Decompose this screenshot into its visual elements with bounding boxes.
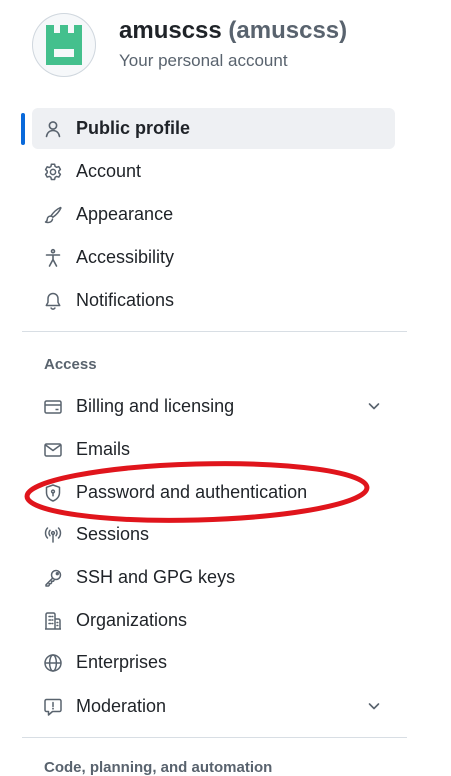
nav-label-ssh-gpg-keys: SSH and GPG keys [76,567,236,587]
nav-item-notifications[interactable]: Notifications [32,280,395,321]
nav-label-billing: Billing and licensing [76,396,235,416]
nav-label-sessions: Sessions [76,524,150,544]
shield-lock-icon [43,483,63,503]
nav-item-password-authentication[interactable]: Password and authentication [32,472,395,513]
report-icon [43,697,63,717]
nav-label-accessibility: Accessibility [76,247,175,267]
access-heading: Access [44,356,97,373]
globe-icon [43,653,63,673]
nav-label-emails: Emails [76,439,131,459]
nav-item-public-profile[interactable]: Public profile [32,108,395,149]
paintbrush-icon [43,205,63,225]
account-header: amuscss (amuscss) Your personal account [32,13,432,77]
nav-label-notifications: Notifications [76,290,175,310]
nav-item-billing[interactable]: Billing and licensing [32,386,395,427]
nav-item-appearance[interactable]: Appearance [32,194,395,235]
section-divider [22,737,407,738]
credit-card-icon [43,397,63,417]
nav-item-sessions[interactable]: Sessions [32,514,395,555]
account-handle: (amuscss) [228,17,348,44]
chevron-down-icon[interactable] [366,398,382,414]
nav-label-appearance: Appearance [76,204,174,224]
nav-divider [22,331,407,332]
accessibility-icon [43,248,63,268]
nav-label-public-profile: Public profile [76,118,191,138]
nav-item-emails[interactable]: Emails [32,429,395,470]
gear-icon [43,162,63,182]
nav-item-accessibility[interactable]: Accessibility [32,237,395,278]
nav-label-organizations: Organizations [76,610,188,630]
nav-item-enterprises[interactable]: Enterprises [32,642,395,683]
nav-label-enterprises: Enterprises [76,652,168,672]
chevron-down-icon[interactable] [366,698,382,714]
nav-label-moderation: Moderation [76,696,167,716]
account-username: amuscss [119,17,222,44]
nav-label-password-authentication: Password and authentication [76,482,308,502]
person-icon [43,119,63,139]
account-subtitle: Your personal account [119,51,288,70]
key-icon [43,568,63,588]
nav-label-account: Account [76,161,142,181]
mail-icon [43,440,63,460]
nav-item-account[interactable]: Account [32,151,395,192]
active-indicator [21,113,25,145]
avatar[interactable] [32,13,96,77]
nav-item-ssh-gpg-keys[interactable]: SSH and GPG keys [32,557,395,598]
nav-item-organizations[interactable]: Organizations [32,600,395,641]
bell-icon [43,291,63,311]
account-name[interactable]: amuscss (amuscss) [119,17,347,45]
organization-icon [43,611,63,631]
broadcast-icon [43,525,63,545]
identicon-icon [46,25,82,65]
nav-item-moderation[interactable]: Moderation [32,686,395,727]
